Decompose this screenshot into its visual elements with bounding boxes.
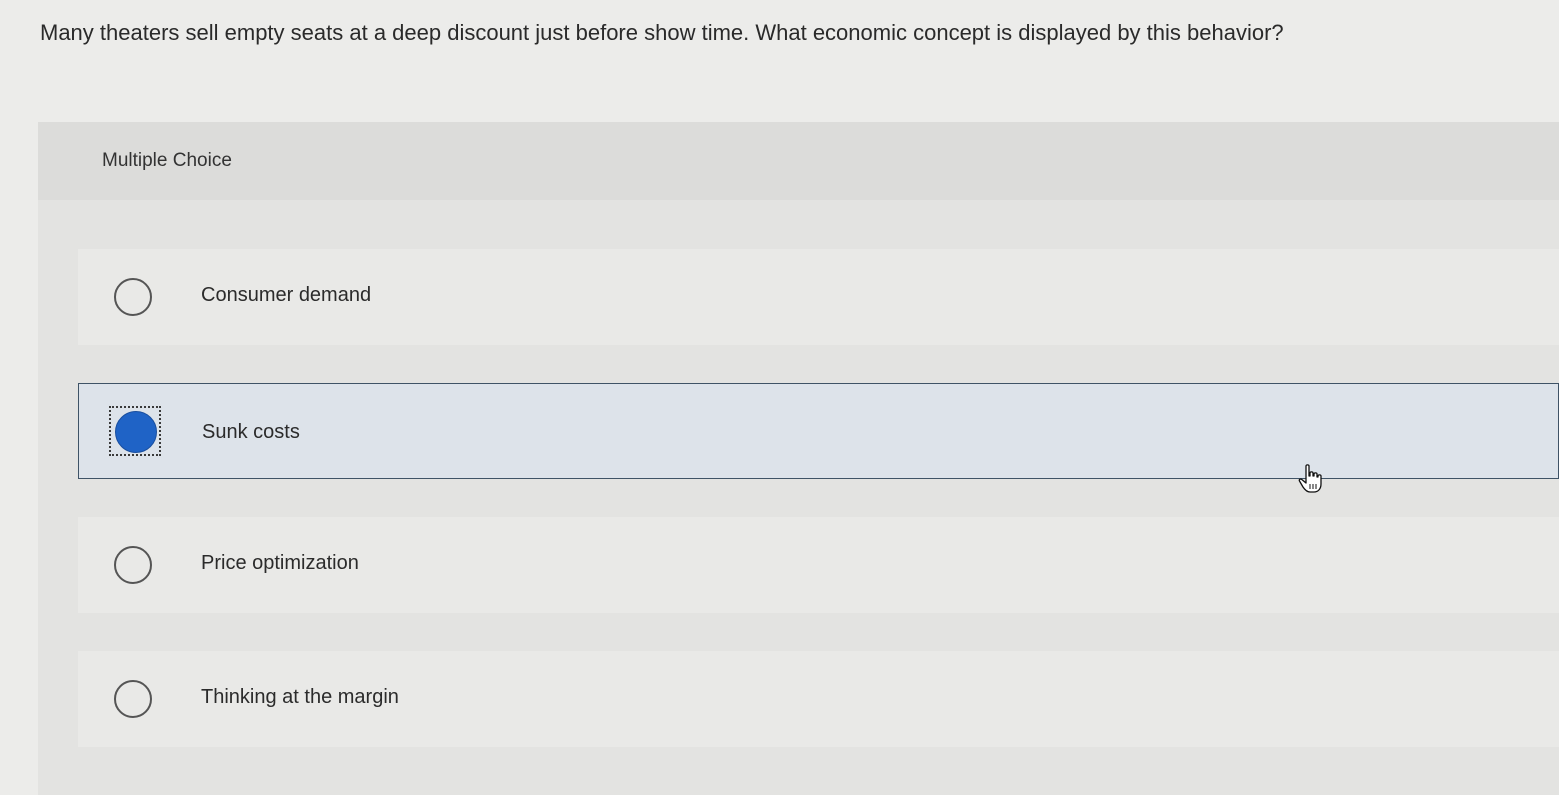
- option-label: Consumer demand: [201, 284, 372, 306]
- option-consumer-demand[interactable]: Consumer demand: [78, 249, 1559, 345]
- multiple-choice-panel: Multiple Choice Consumer demand Sunk cos…: [38, 122, 1559, 795]
- option-thinking-at-the-margin[interactable]: Thinking at the margin: [78, 651, 1559, 747]
- option-label: Price optimization: [201, 552, 359, 574]
- panel-label: Multiple Choice: [102, 150, 232, 171]
- radio-button[interactable]: [114, 278, 152, 316]
- option-label: Sunk costs: [202, 421, 300, 443]
- option-price-optimization[interactable]: Price optimization: [78, 517, 1559, 613]
- hand-pointer-icon: [1298, 464, 1322, 493]
- option-label: Thinking at the margin: [201, 686, 399, 708]
- option-sunk-costs[interactable]: Sunk costs: [78, 383, 1559, 479]
- panel-header: Multiple Choice: [38, 122, 1559, 200]
- radio-button[interactable]: [114, 680, 152, 718]
- radio-button[interactable]: [114, 546, 152, 584]
- radio-button-selected[interactable]: [115, 411, 157, 453]
- question-text: Many theaters sell empty seats at a deep…: [40, 20, 1284, 45]
